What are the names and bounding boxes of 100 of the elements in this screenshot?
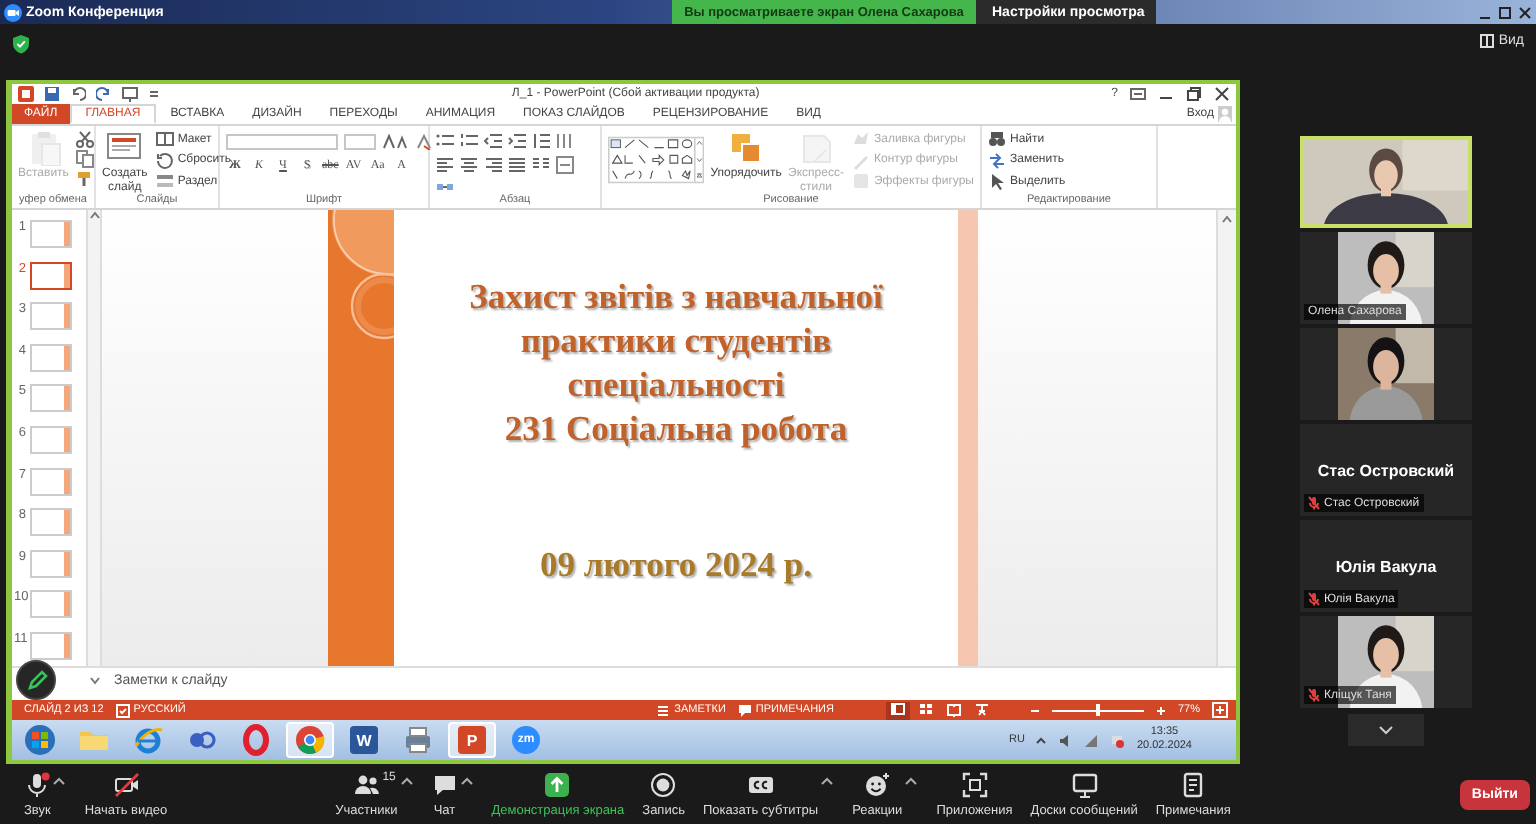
- maximize-icon[interactable]: [1498, 5, 1512, 19]
- zoom-out-icon[interactable]: [1029, 705, 1040, 715]
- undo-icon[interactable]: [70, 86, 86, 102]
- crossed-camera-icon: [113, 771, 139, 797]
- normal-view-icon: [889, 702, 906, 718]
- zoom-logo-icon: [4, 3, 22, 21]
- align-left-icon[interactable]: [436, 156, 454, 174]
- bullets-icon[interactable]: [436, 132, 454, 150]
- speech-bubble-icon: [431, 771, 458, 797]
- slide-thumbnail[interactable]: [30, 261, 72, 290]
- align-text-icon[interactable]: [556, 156, 574, 174]
- comment-icon: [737, 703, 752, 717]
- clear-format-icon[interactable]: [416, 133, 432, 149]
- caret-button[interactable]: [399, 775, 414, 785]
- close-icon[interactable]: [1214, 86, 1230, 102]
- participant-tile[interactable]: [1300, 328, 1472, 420]
- layout-icon: [155, 130, 174, 149]
- scroll-up-icon[interactable]: [89, 210, 99, 220]
- justify-icon[interactable]: [508, 156, 526, 174]
- captions-icon: [747, 771, 774, 797]
- grid-icon: [1480, 34, 1495, 48]
- spellcheck-icon[interactable]: [115, 703, 130, 717]
- chrome-icon: [294, 724, 326, 756]
- participant-display-name: Юлія Вакула: [1335, 557, 1437, 575]
- font-name-field[interactable]: [226, 133, 338, 149]
- participant-display-name: Стас Островский: [1317, 461, 1455, 479]
- slide-thumbnail[interactable]: [30, 631, 72, 660]
- presenter-icon[interactable]: [122, 86, 138, 102]
- people-icon: [353, 771, 380, 797]
- notes-icon: [656, 703, 671, 717]
- zoom-slider[interactable]: [1051, 704, 1144, 716]
- slide-thumbnail[interactable]: [30, 384, 72, 413]
- align-right-icon[interactable]: [484, 156, 502, 174]
- redo-icon[interactable]: [96, 86, 112, 102]
- slide-date: 09 лютого 2024 р.: [539, 542, 813, 586]
- apps-icon: [961, 771, 988, 797]
- slide-thumbnail[interactable]: [30, 220, 72, 248]
- ring-icon: [240, 724, 272, 756]
- effects-icon: [851, 172, 870, 191]
- fit-slide-icon[interactable]: [1212, 702, 1228, 718]
- slide-thumbnail[interactable]: [30, 425, 72, 454]
- taskbar-button[interactable]: [286, 722, 334, 758]
- zoom-in-icon[interactable]: [1155, 705, 1166, 715]
- whiteboard-icon: [1071, 771, 1098, 797]
- shield-icon: [12, 34, 30, 54]
- slide-sorter-icon: [917, 702, 934, 718]
- indent-increase-icon[interactable]: [508, 132, 526, 150]
- caret-button[interactable]: [459, 775, 474, 785]
- powerpoint-logo-icon: [18, 86, 34, 102]
- ribbon-options-icon[interactable]: [1130, 86, 1146, 102]
- notes-icon: [1180, 771, 1207, 797]
- columns-icon[interactable]: [532, 156, 550, 174]
- slider-thumb[interactable]: [1095, 704, 1100, 716]
- caret-button[interactable]: [820, 775, 835, 785]
- scroll-up-icon[interactable]: [1222, 214, 1232, 224]
- copy-icon[interactable]: [76, 150, 95, 168]
- caret-icon: [904, 775, 919, 785]
- scissors-icon[interactable]: [76, 130, 95, 148]
- replace-icon: [988, 151, 1006, 170]
- customize-icon[interactable]: [148, 86, 160, 102]
- reading-view-button[interactable]: [941, 701, 966, 719]
- indent-decrease-icon[interactable]: [484, 132, 502, 150]
- binoculars-icon: [988, 130, 1006, 149]
- slide-thumbnail[interactable]: [30, 343, 72, 372]
- slide-thumbnail[interactable]: [30, 508, 72, 537]
- cursor-icon: [988, 172, 1006, 191]
- speaker-icon[interactable]: [1058, 733, 1073, 747]
- align-center-icon[interactable]: [460, 156, 478, 174]
- slide-thumbnail[interactable]: [30, 467, 72, 496]
- taskbar-button[interactable]: P: [448, 722, 496, 758]
- slide-thumbnail[interactable]: [30, 302, 72, 331]
- flag-icon[interactable]: [1110, 733, 1125, 747]
- font-size-icon[interactable]: [382, 133, 410, 149]
- paint-bucket-icon: [851, 130, 870, 149]
- slide-thumbnail[interactable]: [30, 549, 72, 578]
- pen-icon: [851, 151, 870, 170]
- format-painter-icon[interactable]: [76, 170, 95, 188]
- mic-icon: [24, 771, 51, 797]
- tray-caret-icon[interactable]: [1036, 735, 1047, 745]
- font-size-field[interactable]: [344, 133, 376, 149]
- normal-view-button[interactable]: [885, 701, 910, 719]
- taskbar-button[interactable]: W: [340, 722, 388, 758]
- text-direction-icon[interactable]: [556, 132, 574, 150]
- caret-icon: [820, 775, 835, 785]
- caret-icon: [52, 775, 67, 785]
- restore-icon[interactable]: [1186, 86, 1202, 102]
- line-spacing-icon[interactable]: [532, 132, 550, 150]
- smiley-icon: [864, 771, 891, 797]
- numbering-icon[interactable]: [460, 132, 478, 150]
- slide-show-icon: [973, 702, 990, 718]
- scroll-down-icon[interactable]: [90, 675, 100, 685]
- caret-button[interactable]: [904, 775, 919, 785]
- reset-icon: [155, 151, 174, 170]
- signal-icon[interactable]: [1084, 733, 1099, 747]
- caret-button[interactable]: [52, 775, 67, 785]
- save-icon[interactable]: [44, 86, 60, 102]
- printer-icon: [402, 724, 434, 756]
- close-icon[interactable]: [1518, 5, 1532, 19]
- slide-thumbnail[interactable]: [30, 590, 72, 619]
- chevron-down-icon: [1378, 724, 1394, 736]
